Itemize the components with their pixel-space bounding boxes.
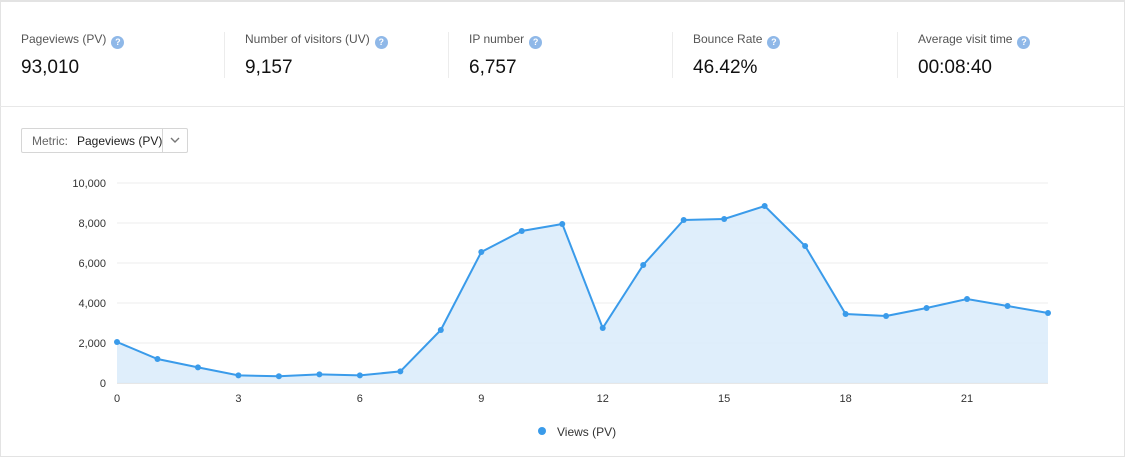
data-point[interactable] [640,262,647,268]
data-point[interactable] [964,296,971,302]
x-tick-label: 3 [235,393,241,405]
data-point[interactable] [154,356,161,362]
x-tick-label: 15 [718,393,730,405]
data-point[interactable] [114,339,120,345]
data-point[interactable] [923,305,930,311]
data-point[interactable] [518,228,525,234]
data-point[interactable] [721,216,728,222]
x-tick-label: 18 [839,393,851,405]
y-tick-label: 4,000 [78,298,106,310]
x-tick-label: 12 [597,393,609,405]
x-tick-label: 21 [961,393,973,405]
x-tick-label: 0 [114,393,120,405]
legend-label: Views (PV) [557,425,616,439]
data-point[interactable] [194,364,201,371]
data-point[interactable] [761,203,768,209]
x-tick-label: 6 [357,393,363,405]
y-tick-label: 0 [100,378,106,390]
x-tick-label: 9 [478,393,484,405]
y-tick-label: 8,000 [78,218,106,230]
legend-marker [538,427,546,435]
data-point[interactable] [883,313,890,319]
data-point[interactable] [316,371,323,378]
data-point[interactable] [599,325,606,331]
data-point[interactable] [559,221,566,227]
data-point[interactable] [1004,303,1011,309]
data-point[interactable] [397,368,404,375]
data-point[interactable] [356,372,363,379]
data-point[interactable] [235,372,242,379]
data-point[interactable] [802,243,809,249]
legend-item[interactable]: Views (PV) [538,425,616,439]
y-tick-label: 2,000 [78,338,106,350]
data-point[interactable] [275,373,282,380]
series-area [117,206,1048,383]
data-point[interactable] [1045,310,1051,316]
data-point[interactable] [437,327,444,333]
pageviews-chart: 0 2,000 4,000 6,000 8,000 10,000 0 3 6 9 12 15 18 21… [72,178,1051,439]
y-tick-label: 10,000 [72,178,106,190]
data-point[interactable] [680,217,687,223]
y-tick-label: 6,000 [78,258,106,270]
data-point[interactable] [842,311,849,317]
data-point[interactable] [478,249,485,255]
